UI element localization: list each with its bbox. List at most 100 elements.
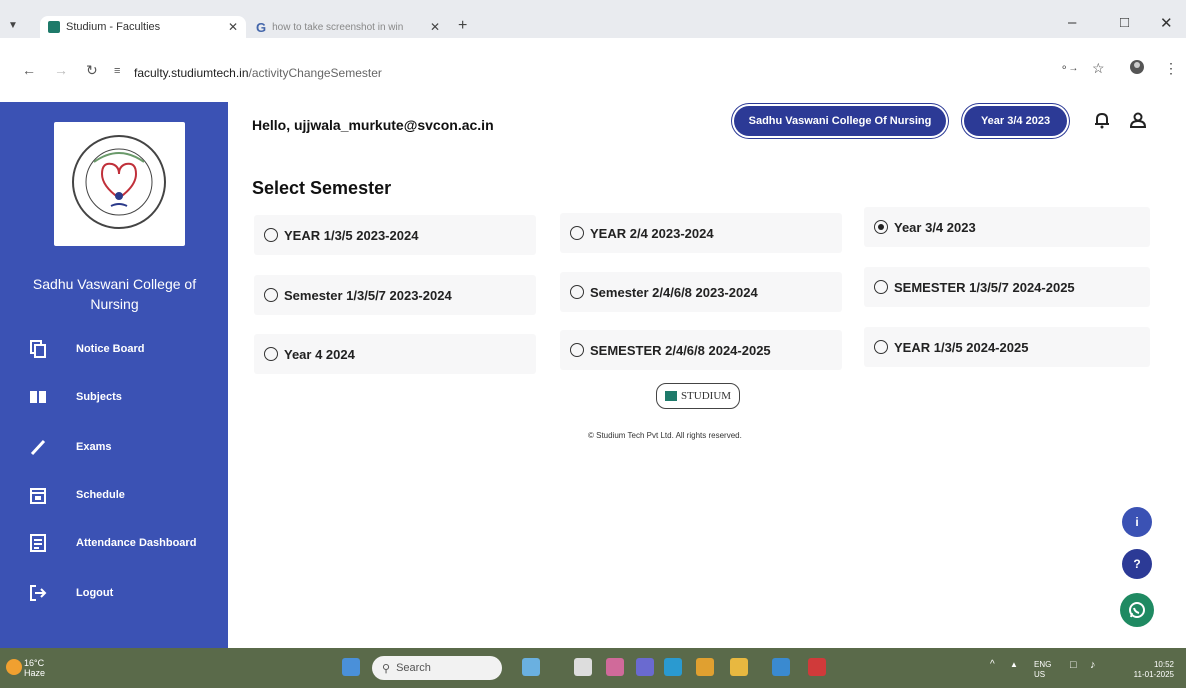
minimize-icon[interactable]: – (1068, 14, 1076, 31)
tab-title: Studium - Faculties (66, 21, 161, 33)
tab-title: how to take screenshot in win (272, 21, 404, 33)
year-selector-button[interactable]: Year 3/4 2023 (964, 106, 1067, 136)
semester-option-label: YEAR 2/4 2023-2024 (590, 225, 714, 241)
store-icon[interactable] (772, 658, 790, 676)
teams-icon[interactable] (636, 658, 654, 676)
region-code: US (1034, 670, 1046, 679)
close-tab-icon[interactable]: ✕ (430, 20, 440, 34)
url-field[interactable]: faculty.studiumtech.in/activityChangeSem… (134, 66, 382, 80)
semester-option[interactable]: YEAR 2/4 2023-2024 (560, 213, 842, 253)
whatsapp-button[interactable] (1120, 593, 1154, 627)
edge-icon[interactable] (664, 658, 682, 676)
clock-date: 11-01-2025 (1133, 670, 1174, 679)
book-icon (28, 388, 48, 406)
search-icon: ⚲ (382, 662, 391, 675)
semester-option-label: SEMESTER 2/4/6/8 2024-2025 (590, 342, 771, 358)
browser-menu-icon[interactable]: ⋮ (1164, 60, 1178, 77)
radio-button[interactable] (570, 285, 584, 299)
sidebar-item-exams[interactable]: Exams (28, 438, 111, 456)
password-key-icon[interactable]: ⚬→ (1060, 63, 1078, 74)
copilot-icon[interactable] (522, 658, 540, 676)
file-explorer-icon[interactable] (730, 658, 748, 676)
sidebar-item-schedule[interactable]: Schedule (28, 486, 125, 504)
radio-button[interactable] (264, 288, 278, 302)
url-path: /activityChangeSemester (248, 66, 382, 80)
radio-button[interactable] (264, 347, 278, 361)
volume-icon[interactable]: ♪ (1090, 660, 1096, 671)
radio-button-checked[interactable] (874, 220, 888, 234)
sidebar: Sadhu Vaswani College of Nursing Notice … (0, 102, 228, 648)
logout-icon (28, 584, 48, 602)
semester-option-label: YEAR 1/3/5 2024-2025 (894, 339, 1029, 355)
reload-icon[interactable]: ↻ (86, 62, 98, 79)
restore-icon[interactable]: □ (1120, 14, 1129, 31)
bell-icon[interactable] (1092, 110, 1112, 130)
tab-studium[interactable]: Studium - Faculties ✕ (40, 16, 246, 38)
sidebar-item-label: Attendance Dashboard (76, 537, 197, 549)
site-settings-icon[interactable]: ≡ (114, 65, 120, 77)
taskbar-search[interactable]: ⚲ Search (372, 656, 502, 680)
semester-option[interactable]: Year 4 2024 (254, 334, 536, 374)
clock[interactable]: 10:52 11-01-2025 (1118, 660, 1174, 680)
studium-logo: STUDIUM (656, 383, 740, 409)
tray-chevron-icon[interactable]: ^ (990, 660, 995, 670)
radio-button[interactable] (570, 226, 584, 240)
semester-option[interactable]: YEAR 1/3/5 2024-2025 (864, 327, 1150, 367)
semester-option-label: Semester 1/3/5/7 2023-2024 (284, 287, 452, 303)
pdf-reader-icon[interactable] (808, 658, 826, 676)
windows-start-icon[interactable] (342, 658, 360, 676)
sidebar-item-label: Subjects (76, 391, 122, 403)
greeting: Hello, ujjwala_murkute@svcon.ac.in (252, 117, 494, 133)
tab-search-icon[interactable]: ▼ (8, 20, 18, 31)
info-button[interactable]: i (1122, 507, 1152, 537)
display-icon[interactable]: □ (1070, 660, 1077, 671)
back-icon[interactable]: ← (22, 62, 36, 78)
tab-google[interactable]: G how to take screenshot in win ✕ (248, 16, 448, 38)
radio-button[interactable] (874, 340, 888, 354)
widgets-icon[interactable] (606, 658, 624, 676)
semester-option-label: Year 4 2024 (284, 346, 355, 362)
network-icon[interactable]: ▲ (1010, 660, 1018, 670)
chrome-icon[interactable] (696, 658, 714, 676)
task-view-icon[interactable] (574, 658, 592, 676)
close-tab-icon[interactable]: ✕ (228, 20, 238, 34)
calendar-icon (28, 486, 48, 504)
semester-option[interactable]: Semester 1/3/5/7 2023-2024 (254, 275, 536, 315)
radio-button[interactable] (264, 228, 278, 242)
semester-option[interactable]: Semester 2/4/6/8 2023-2024 (560, 272, 842, 312)
profile-avatar-icon[interactable] (1128, 60, 1146, 77)
weather-widget[interactable]: 16°C Haze (6, 658, 46, 678)
sidebar-item-label: Logout (76, 587, 114, 599)
sidebar-item-attendance-dashboard[interactable]: Attendance Dashboard (28, 534, 196, 552)
sidebar-item-subjects[interactable]: Subjects (28, 388, 122, 406)
college-name: Sadhu Vaswani College of Nursing (32, 276, 197, 312)
semester-option[interactable]: SEMESTER 2/4/6/8 2024-2025 (560, 330, 842, 370)
sun-icon (6, 659, 22, 675)
page-title: Select Semester (252, 178, 392, 198)
language-indicator[interactable]: ENG US (1034, 660, 1051, 680)
radio-button[interactable] (874, 280, 888, 294)
sidebar-item-notice-board[interactable]: Notice Board (28, 340, 144, 358)
help-button[interactable]: ? (1122, 549, 1152, 579)
taskbar: 16°C Haze ⚲ Search ^ ▲ ENG US □ ♪ 10:52 … (0, 648, 1186, 688)
radio-button[interactable] (570, 343, 584, 357)
new-tab-icon[interactable]: + (458, 17, 467, 35)
college-logo (54, 122, 185, 246)
user-profile-icon[interactable] (1128, 110, 1148, 130)
semester-option[interactable]: YEAR 1/3/5 2023-2024 (254, 215, 536, 255)
address-bar: ← → ↻ ≡ faculty.studiumtech.in/activityC… (0, 38, 1186, 102)
bookmark-star-icon[interactable]: ☆ (1092, 60, 1105, 77)
language-code: ENG (1034, 660, 1052, 669)
sidebar-item-logout[interactable]: Logout (28, 584, 113, 602)
college-selector-button[interactable]: Sadhu Vaswani College Of Nursing (734, 106, 946, 136)
semester-option[interactable]: SEMESTER 1/3/5/7 2024-2025 (864, 267, 1150, 307)
forward-icon[interactable]: → (54, 62, 68, 78)
search-placeholder: Search (396, 662, 431, 674)
sidebar-item-label: Schedule (76, 489, 125, 501)
semester-option-label: Year 3/4 2023 (894, 219, 976, 235)
temperature: 16°C (24, 658, 45, 668)
semester-option-label: SEMESTER 1/3/5/7 2024-2025 (894, 279, 1075, 295)
close-window-icon[interactable]: ✕ (1160, 14, 1173, 32)
semester-option-selected[interactable]: Year 3/4 2023 (864, 207, 1150, 247)
weather-condition: Haze (24, 668, 46, 678)
